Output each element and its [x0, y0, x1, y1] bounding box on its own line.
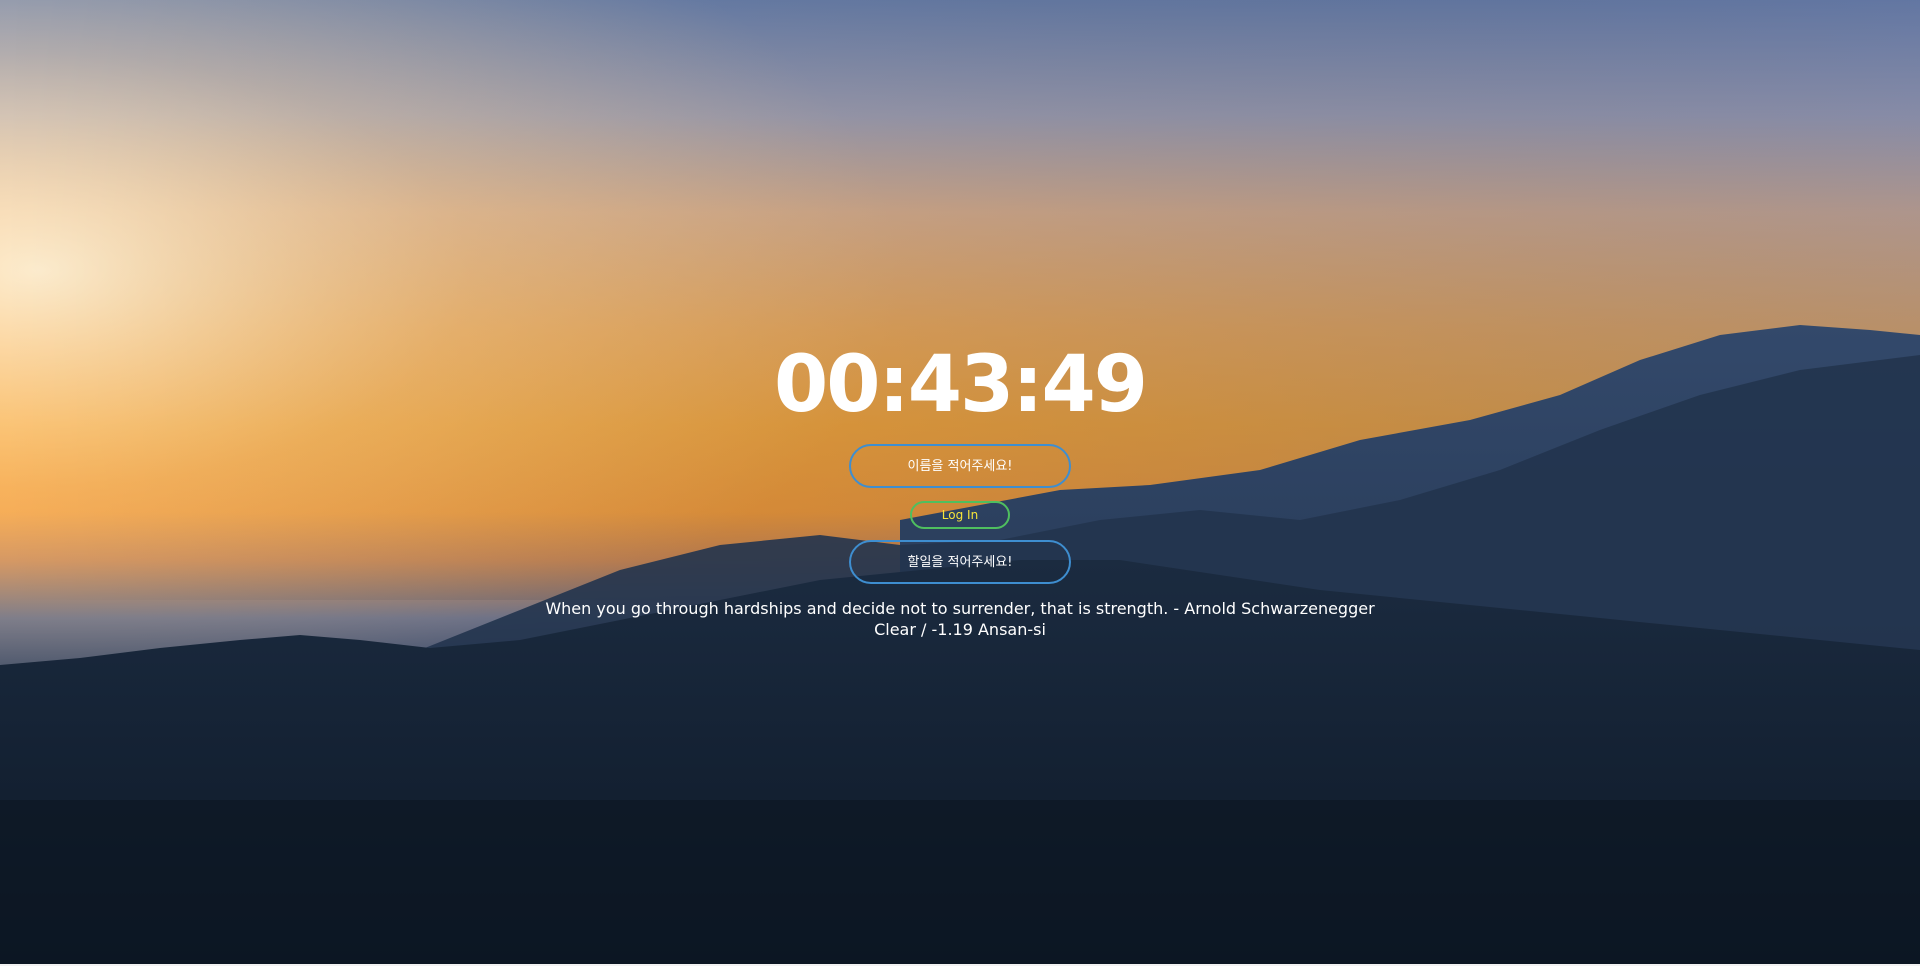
todo-input[interactable]: [849, 540, 1071, 584]
main-center: 00:43:49 Log In When you go through hard…: [0, 0, 1920, 966]
name-input[interactable]: [849, 444, 1071, 488]
weather-text: Clear / -1.19 Ansan-si: [874, 620, 1046, 639]
login-button[interactable]: Log In: [910, 501, 1010, 529]
clock-display: 00:43:49: [773, 340, 1148, 430]
quote-text: When you go through hardships and decide…: [545, 599, 1375, 618]
app-viewport: 00:43:49 Log In When you go through hard…: [0, 0, 1920, 966]
